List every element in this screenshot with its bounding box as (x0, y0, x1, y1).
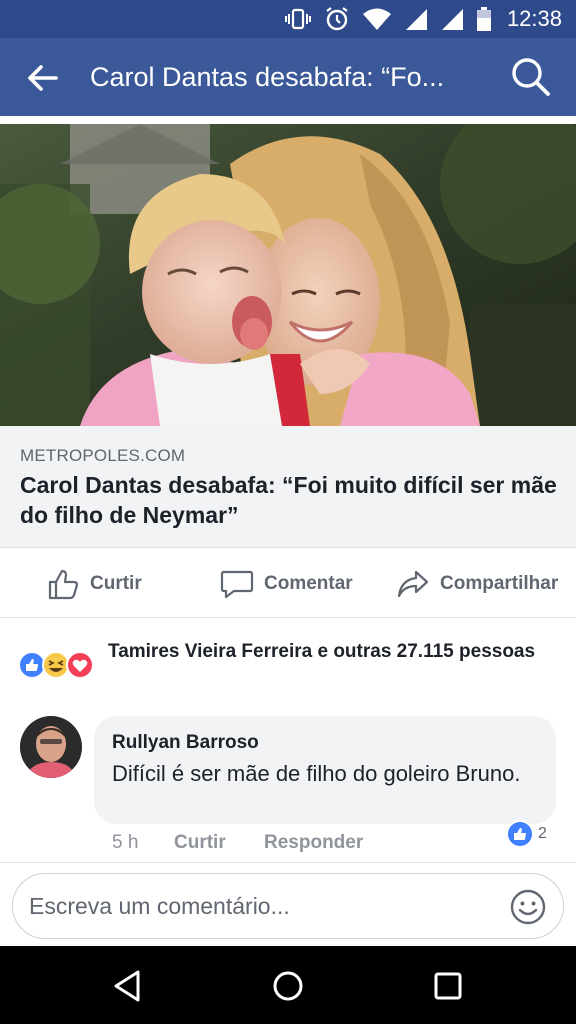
link-preview[interactable]: METROPOLES.COM Carol Dantas desabafa: “F… (0, 426, 576, 548)
share-button[interactable]: Compartilhar (396, 566, 558, 602)
page-title: Carol Dantas desabafa: “Fo... (90, 62, 445, 92)
comment-likes: 2 (538, 825, 547, 842)
status-icons (284, 6, 492, 32)
nav-back-icon (114, 970, 140, 1002)
signal-icon (442, 9, 463, 30)
article-image[interactable] (0, 124, 576, 426)
like-button[interactable]: Curtir (46, 566, 142, 602)
search-button[interactable] (506, 54, 556, 100)
nav-home-icon (273, 971, 303, 1001)
comment-icon (220, 570, 254, 599)
link-domain: METROPOLES.COM (20, 446, 186, 465)
emoji-button[interactable] (509, 888, 547, 926)
comment: Rullyan Barroso Difícil é ser mãe de fil… (0, 712, 576, 862)
post-actions: Curtir Comentar Compartilhar (0, 548, 576, 618)
like-icon (48, 569, 79, 600)
nav-home-button[interactable] (268, 966, 308, 1006)
reaction-icons (18, 651, 94, 679)
comment-bubble[interactable]: Rullyan Barroso Difícil é ser mãe de fil… (94, 716, 556, 824)
comment-input[interactable] (29, 886, 499, 926)
app-header: Carol Dantas desabafa: “Fo... (0, 38, 576, 116)
comment-time: 5 h (112, 832, 139, 853)
share-label: Compartilhar (440, 573, 559, 594)
battery-icon (477, 7, 491, 31)
back-arrow-icon (28, 65, 58, 91)
signal-icon (406, 9, 427, 30)
nav-recents-button[interactable] (428, 966, 468, 1006)
avatar[interactable] (20, 716, 82, 778)
like-reaction-icon (18, 651, 46, 679)
reactions-text: Tamires Vieira Ferreira e outras 27.115 … (108, 641, 536, 662)
comment-text: Difícil é ser mãe de filho do goleiro Br… (112, 761, 521, 786)
comment-reply-button[interactable]: Responder (264, 832, 363, 854)
status-bar: 12:38 (0, 0, 576, 38)
comment-composer (0, 862, 576, 946)
love-reaction-icon (66, 651, 94, 679)
smiley-icon (510, 889, 546, 925)
comment-input-container[interactable] (12, 873, 564, 939)
comment-like-count[interactable]: 2 (506, 820, 547, 848)
share-icon (397, 570, 429, 598)
comment-label: Comentar (264, 573, 353, 594)
wifi-icon (363, 8, 391, 30)
article-photo (0, 124, 576, 426)
comment-author[interactable]: Rullyan Barroso (112, 732, 259, 754)
avatar-image (20, 716, 82, 778)
nav-recents-icon (434, 972, 462, 1000)
reactions-summary[interactable]: Tamires Vieira Ferreira e outras 27.115 … (0, 626, 576, 696)
link-headline: Carol Dantas desabafa: “Foi muito difíci… (20, 472, 557, 528)
comment-button[interactable]: Comentar (220, 566, 353, 602)
back-button[interactable] (22, 58, 66, 98)
nav-back-button[interactable] (108, 966, 148, 1006)
comment-like-button[interactable]: Curtir (174, 832, 226, 854)
haha-reaction-icon (42, 651, 70, 679)
search-icon (512, 58, 550, 96)
system-nav-bar (0, 946, 576, 1024)
vibrate-icon (285, 8, 311, 30)
like-label: Curtir (90, 573, 142, 594)
status-time: 12:38 (506, 6, 562, 31)
like-reaction-icon (506, 820, 534, 848)
alarm-icon (326, 7, 348, 31)
